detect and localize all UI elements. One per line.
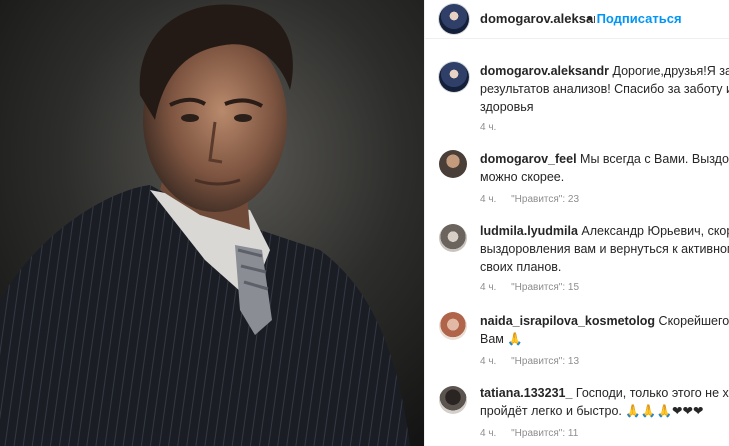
comment-time[interactable]: 4 ч.	[480, 194, 496, 205]
caption-username[interactable]: domogarov.aleksandr	[480, 64, 609, 78]
comment-time[interactable]: 4 ч.	[480, 428, 496, 439]
post-header: domogarov.aleksandr • Подписаться	[425, 0, 729, 39]
comment-text: tatiana.133231_ Господи, только этого не…	[480, 384, 729, 420]
more-dot-icon: •	[587, 11, 592, 26]
comment-text: domogarov_feel Мы всегда с Вами. Выздора…	[480, 150, 729, 186]
caption-meta: 4 ч.	[480, 122, 508, 133]
comment-likes[interactable]: "Нравится": 23	[511, 194, 579, 205]
comments-panel: domogarov.aleksandr • Подписаться domogar…	[424, 0, 729, 446]
caption-text: domogarov.aleksandr Дорогие,друзья!Я заб…	[480, 62, 729, 116]
comment-line: можно скорее.	[480, 170, 565, 184]
comment-time[interactable]: 4 ч.	[480, 282, 496, 293]
commenter-avatar[interactable]	[439, 386, 467, 414]
comment-text: naida_israpilova_kosmetolog Скорейшего в…	[480, 312, 729, 348]
comment-likes[interactable]: "Нравится": 13	[511, 356, 579, 367]
comment-meta: 4 ч. "Нравится": 15	[480, 282, 591, 293]
follow-button[interactable]: • Подписаться	[587, 11, 682, 26]
caption-line-3: здоровья	[480, 100, 534, 114]
comment-likes[interactable]: "Нравится": 15	[511, 282, 579, 293]
portrait-image	[0, 0, 424, 446]
commenter-avatar[interactable]	[439, 312, 467, 340]
comment-line: выздоровления вам и вернуться к активном…	[480, 242, 729, 256]
caption-time[interactable]: 4 ч.	[480, 122, 496, 133]
comment-line: Господи, только этого не хвата	[575, 386, 729, 400]
commenter-avatar[interactable]	[439, 224, 467, 252]
follow-label: Подписаться	[596, 11, 682, 26]
post-photo[interactable]	[0, 0, 424, 446]
comment-username[interactable]: ludmila.lyudmila	[480, 224, 578, 238]
comment-line: пройдёт легко и быстро. 🙏🙏🙏❤❤❤	[480, 404, 704, 418]
comment-username[interactable]: naida_israpilova_kosmetolog	[480, 314, 655, 328]
comment-text: ludmila.lyudmila Александр Юрьевич, скор…	[480, 222, 729, 276]
comment-meta: 4 ч. "Нравится": 13	[480, 356, 591, 367]
comment-line: Александр Юрьевич, скорейш	[581, 224, 729, 238]
comment-line: своих планов.	[480, 260, 562, 274]
instagram-post-view: domogarov.aleksandr • Подписаться domogar…	[0, 0, 729, 446]
header-username[interactable]: domogarov.aleksandr	[480, 11, 595, 26]
caption-line-1: Дорогие,друзья!Я заболел	[612, 64, 729, 78]
profile-avatar[interactable]	[439, 4, 469, 34]
comment-time[interactable]: 4 ч.	[480, 356, 496, 367]
caption-line-2: результатов анализов! Спасибо за заботу …	[480, 82, 729, 96]
comment-meta: 4 ч. "Нравится": 11	[480, 428, 590, 439]
comment-line: Вам 🙏	[480, 332, 523, 346]
comment-line: Мы всегда с Вами. Выздоравли	[580, 152, 729, 166]
caption-avatar[interactable]	[439, 62, 469, 92]
comment-username[interactable]: tatiana.133231_	[480, 386, 572, 400]
comment-meta: 4 ч. "Нравится": 23	[480, 194, 591, 205]
comment-line: Скорейшего выздо	[658, 314, 729, 328]
commenter-avatar[interactable]	[439, 150, 467, 178]
comment-likes[interactable]: "Нравится": 11	[511, 428, 578, 439]
comment-username[interactable]: domogarov_feel	[480, 152, 577, 166]
